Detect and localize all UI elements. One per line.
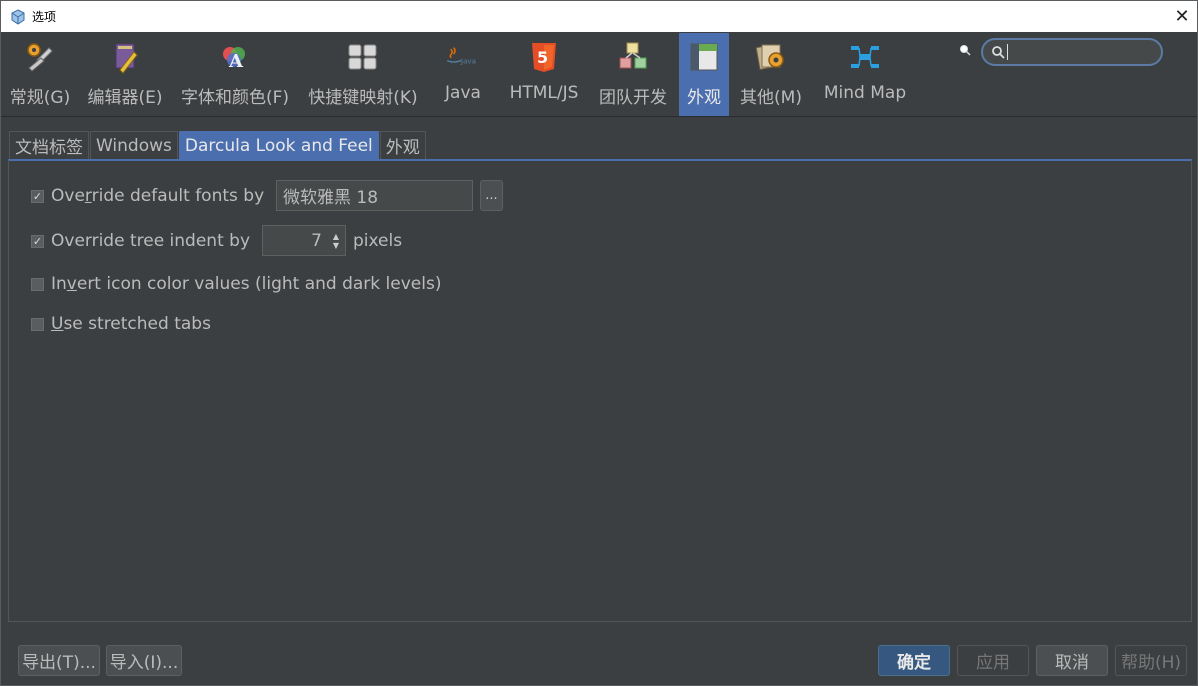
spinner-down-icon[interactable]: ▼ — [333, 241, 339, 250]
spinner-up-icon[interactable]: ▲ — [333, 232, 339, 241]
check-icon: ✓ — [32, 234, 43, 248]
invert-icons-row: Invert icon color values (light and dark… — [31, 274, 441, 294]
text-caret — [1007, 44, 1008, 60]
stretched-tabs-label: Use stretched tabs — [51, 314, 211, 334]
svg-text:5: 5 — [537, 48, 548, 67]
category-toolbar: 常规(G) 编辑器(E) A 字体和颜色(F) 快捷键映射(K) Java Ja… — [1, 32, 1197, 117]
override-indent-checkbox[interactable]: ✓ — [31, 234, 44, 248]
close-icon: ✕ — [1174, 6, 1190, 27]
check-icon: ✓ — [32, 189, 43, 203]
toolbar-label: 常规(G) — [9, 88, 71, 108]
indent-value: 7 — [311, 230, 322, 251]
window-title: 选项 — [32, 10, 57, 24]
apply-button[interactable]: 应用 — [957, 645, 1029, 676]
stretched-tabs-row: Use stretched tabs — [31, 314, 211, 334]
override-indent-row: ✓ Override tree indent by — [31, 231, 250, 251]
override-fonts-checkbox[interactable]: ✓ — [31, 189, 44, 203]
mindmap-icon — [851, 46, 879, 68]
tab-bar: 文档标签 Windows Darcula Look and Feel 外观 — [9, 131, 427, 159]
import-button[interactable]: 导入(I)... — [106, 645, 182, 676]
font-color-icon: A — [223, 47, 245, 72]
tab-darcula[interactable]: Darcula Look and Feel — [178, 131, 379, 159]
toolbar-item-misc[interactable]: 其他(M) — [735, 33, 807, 116]
tab-windows[interactable]: Windows — [90, 131, 178, 159]
svg-text:Java: Java — [460, 56, 476, 65]
options-dialog: 选项 ✕ 常规(G) 编辑器(E) A 字体和颜色(F) 快捷键映射(K) Ja… — [0, 0, 1198, 686]
toolbar-label: 外观 — [687, 88, 721, 108]
override-fonts-label: Override default fonts by — [51, 186, 265, 206]
toolbar-item-java[interactable]: Java Java — [435, 33, 491, 116]
spinner-arrows[interactable]: ▲ ▼ — [327, 227, 345, 254]
misc-gear-icon — [755, 44, 784, 70]
team-cubes-icon — [619, 42, 647, 69]
title-bar: 选项 ✕ — [1, 1, 1197, 32]
toolbar-item-editor[interactable]: 编辑器(E) — [83, 33, 167, 116]
toolbar-item-general[interactable]: 常规(G) — [5, 33, 75, 116]
toolbar-label: Java — [445, 83, 481, 103]
font-browse-button[interactable]: ... — [480, 180, 503, 211]
toolbar-item-fonts-colors[interactable]: A 字体和颜色(F) — [175, 33, 295, 116]
stretched-tabs-checkbox[interactable] — [31, 317, 44, 331]
java-icon: Java — [446, 47, 476, 65]
toolbar-label: 其他(M) — [740, 88, 802, 108]
font-value-field[interactable]: 微软雅黑 18 — [276, 180, 473, 211]
toolbar-label: 快捷键映射(K) — [308, 88, 418, 108]
override-indent-label: Override tree indent by — [51, 231, 251, 251]
toolbar-item-html-js[interactable]: 5 HTML/JS — [503, 33, 585, 116]
override-fonts-row: ✓ Override default fonts by — [31, 186, 264, 206]
editor-pencil-icon — [115, 43, 138, 74]
ok-button[interactable]: 确定 — [878, 645, 950, 676]
invert-icons-label: Invert icon color values (light and dark… — [51, 274, 442, 294]
pixels-label: pixels — [353, 231, 403, 251]
tab-document-tabs[interactable]: 文档标签 — [9, 131, 89, 159]
help-button[interactable]: 帮助(H) — [1115, 645, 1187, 676]
cancel-button[interactable]: 取消 — [1036, 645, 1108, 676]
html5-icon: 5 — [532, 43, 556, 72]
wrench-gear-icon — [27, 43, 53, 72]
toolbar-label: 编辑器(E) — [87, 88, 163, 108]
search-options-icon[interactable] — [959, 44, 971, 56]
invert-icons-checkbox[interactable] — [31, 277, 44, 291]
toolbar-label: HTML/JS — [509, 83, 579, 103]
svg-text:A: A — [228, 51, 244, 72]
search-input[interactable] — [981, 38, 1163, 66]
keyboard-icon — [348, 44, 377, 70]
export-button[interactable]: 导出(T)... — [18, 645, 100, 676]
appearance-icon — [690, 43, 718, 71]
toolbar-item-appearance[interactable]: 外观 — [679, 33, 729, 116]
tab-appearance[interactable]: 外观 — [379, 131, 426, 159]
search-icon — [992, 46, 1005, 59]
settings-panel: ✓ Override default fonts by 微软雅黑 18 ... … — [8, 159, 1192, 622]
app-cube-icon — [11, 8, 25, 25]
toolbar-label: 团队开发 — [599, 88, 667, 108]
toolbar-label: 字体和颜色(F) — [180, 88, 290, 108]
toolbar-item-mindmap[interactable]: Mind Map — [817, 33, 913, 116]
close-button[interactable]: ✕ — [1167, 1, 1197, 32]
toolbar-item-team[interactable]: 团队开发 — [595, 33, 671, 116]
toolbar-label: Mind Map — [823, 83, 907, 103]
toolbar-item-keymap[interactable]: 快捷键映射(K) — [303, 33, 423, 116]
indent-suffix: pixels — [353, 231, 402, 251]
